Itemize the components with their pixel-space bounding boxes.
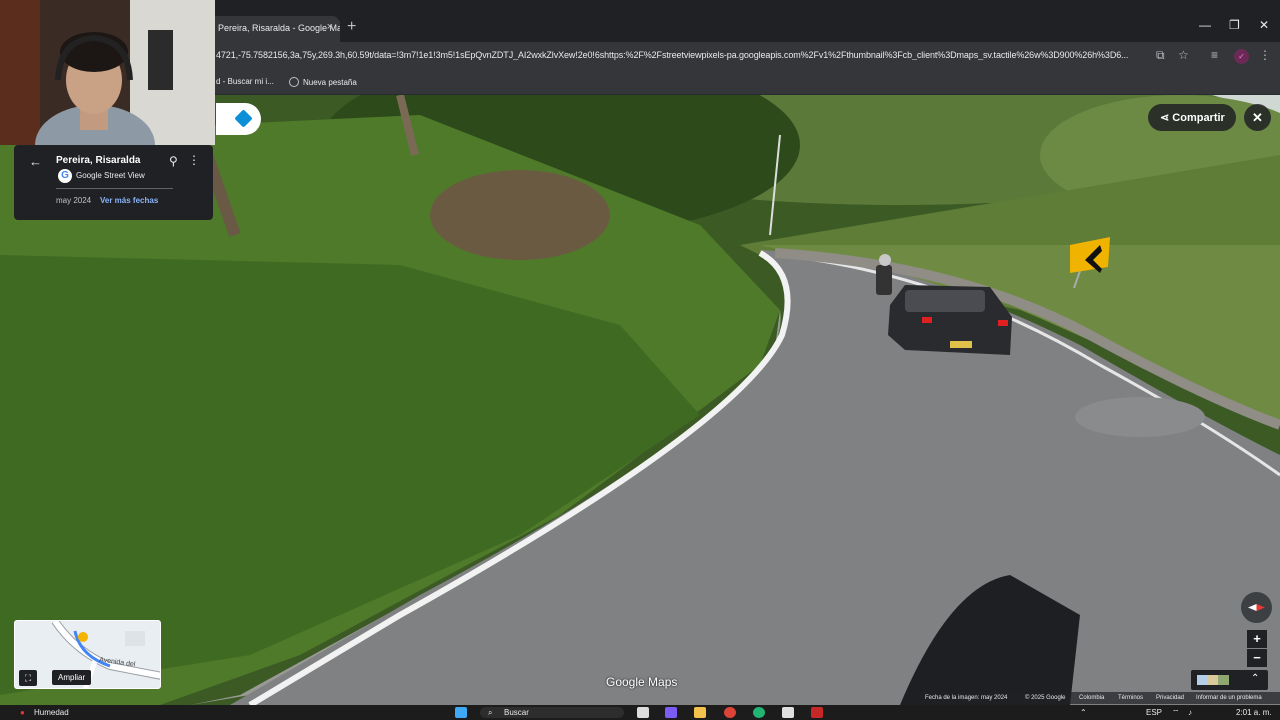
privacy-link[interactable]: Privacidad [1156,695,1184,701]
directions-icon [234,109,253,128]
windows-taskbar: ● Humedad ⌕ Buscar ⌃ ESP ⌔ ♪ 2:01 a. m. [0,705,1280,720]
location-pin-icon[interactable]: ⚲ [169,154,178,168]
tab-close-icon[interactable]: × [327,21,333,33]
bookmark-item[interactable]: d - Buscar mi i... [216,77,274,86]
start-icon[interactable] [455,707,467,718]
bookmark-label: Nueva pestaña [303,78,357,87]
install-app-icon[interactable]: ⧉ [1156,48,1165,63]
minimap[interactable]: Avenida del ⛶ Ampliar [14,620,161,689]
search-icon: ⌕ [488,708,493,717]
clock[interactable]: 2:01 a. m. [1236,708,1272,717]
restore-button[interactable]: ❐ [1229,18,1240,32]
webcam-overlay [0,0,215,145]
tray-chevron-icon[interactable]: ⌃ [1080,708,1087,717]
country-link[interactable]: Colombia [1079,695,1104,701]
google-maps-logo: Google Maps [606,675,678,689]
globe-icon [289,77,299,87]
taskbar-search[interactable]: ⌕ Buscar [480,707,624,718]
store-icon[interactable] [782,707,794,718]
fullscreen-icon[interactable]: ⛶ [19,670,37,686]
capture-date: may 2024 [56,196,92,205]
layer-thumbnails [1197,675,1229,685]
compass-needle-icon [1248,604,1265,611]
task-view-icon[interactable] [637,707,649,718]
google-logo-icon: G [58,169,72,183]
edge-icon[interactable] [753,707,765,718]
volume-icon[interactable]: ♪ [1188,708,1192,717]
tab-title: Pereira, Risaralda - Google Maps [218,23,340,33]
address-bar[interactable]: 4721,-75.7582156,3a,75y,269.3h,60.59t/da… [216,50,1146,60]
back-arrow-icon[interactable]: ← [29,154,42,169]
divider [56,188,173,189]
browser-menu-icon[interactable]: ⋮ [1259,48,1271,62]
weather-icon[interactable]: ● [20,708,25,717]
compass-button[interactable] [1241,592,1272,623]
zoom-in-button[interactable]: + [1247,630,1267,648]
weather-label[interactable]: Humedad [34,708,69,717]
layers-button[interactable]: ⌃ [1191,670,1268,690]
new-tab-button[interactable]: + [347,18,356,36]
share-icon: ⋖ [1160,112,1173,124]
zoom-out-button[interactable]: − [1247,649,1267,667]
close-window-button[interactable]: ✕ [1259,18,1269,32]
more-vert-icon[interactable]: ⋮ [188,153,200,167]
close-street-view-button[interactable]: ✕ [1244,104,1271,131]
media-controls-icon[interactable]: ≡ [1211,48,1218,62]
terms-link[interactable]: Términos [1118,695,1143,701]
file-explorer-icon[interactable] [694,707,706,718]
copilot-icon[interactable] [665,707,677,718]
image-date-label: Fecha de la imagen: may 2024 [925,695,1008,701]
minimize-button[interactable]: — [1199,18,1211,32]
location-title: Pereira, Risaralda [56,155,141,166]
recording-app-icon[interactable] [811,707,823,718]
source-label: Google Street View [76,171,145,180]
webcam-person-image [0,0,215,145]
bookmark-star-icon[interactable]: ☆ [1178,48,1189,62]
more-dates-link[interactable]: Ver más fechas [100,196,158,205]
expand-map-button[interactable]: Ampliar [52,670,92,685]
search-placeholder: Buscar [504,708,529,717]
copyright-label: © 2025 Google [1025,695,1066,701]
wifi-icon[interactable]: ⌔ [1172,708,1180,718]
share-button[interactable]: ⋖ Compartir [1148,104,1236,131]
directions-button[interactable] [216,103,261,135]
share-label: Compartir [1172,112,1225,124]
location-info-card: ← Pereira, Risaralda G Google Street Vie… [14,145,213,220]
language-indicator[interactable]: ESP [1146,708,1162,717]
bookmark-item-new-tab[interactable]: Nueva pestaña [289,77,357,87]
maps-footer: Fecha de la imagen: may 2024 © 2025 Goog… [920,692,1280,704]
report-problem-link[interactable]: Informar de un problema [1196,695,1262,701]
expand-up-icon: ⌃ [1251,673,1260,684]
chrome-icon[interactable] [724,707,736,718]
profile-avatar-icon[interactable]: ✓ [1234,49,1249,64]
active-tab[interactable]: Pereira, Risaralda - Google Maps × [200,16,340,42]
